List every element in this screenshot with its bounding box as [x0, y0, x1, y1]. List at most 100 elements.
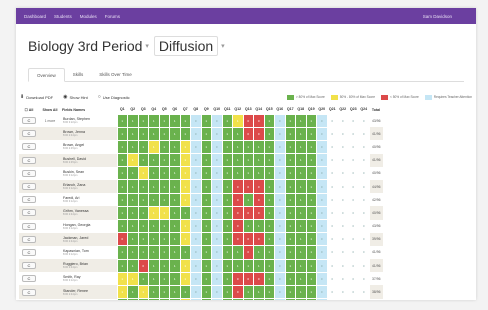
score-cell[interactable]: 1 [169, 113, 181, 128]
score-cell[interactable]: 1 [200, 298, 212, 300]
score-cell[interactable]: 1 [284, 298, 296, 300]
row-action-button[interactable]: C [22, 275, 36, 283]
score-cell[interactable]: 1 [305, 245, 317, 260]
score-cell[interactable]: 1 [295, 192, 307, 207]
score-cell[interactable]: 1 [242, 298, 254, 300]
score-cell[interactable]: 1 [200, 179, 212, 194]
nav-modules[interactable]: Modules [80, 14, 97, 19]
student-name-cell[interactable]: Buskin, Sean 8:00 3:12pm [61, 166, 117, 180]
score-cell[interactable]: 0 [190, 179, 202, 194]
score-cell[interactable]: 0 [242, 245, 254, 260]
tab-skills[interactable]: Skills [65, 68, 92, 81]
score-cell[interactable]: 0 [316, 153, 328, 168]
score-cell[interactable]: 0 [337, 113, 349, 128]
score-cell[interactable]: 0 [190, 126, 202, 141]
score-cell[interactable]: 1 [158, 126, 170, 141]
score-cell[interactable]: 0 [337, 258, 349, 273]
score-cell[interactable]: 1 [137, 298, 149, 300]
score-cell[interactable]: 1 [127, 258, 139, 273]
score-cell[interactable]: 1 [116, 166, 128, 181]
score-cell[interactable]: 0 [211, 126, 223, 141]
score-cell[interactable]: 1 [137, 139, 149, 155]
score-cell[interactable]: 1 [232, 245, 244, 260]
score-cell[interactable]: 1 [148, 179, 160, 194]
score-cell[interactable]: 0 [337, 245, 349, 260]
score-cell[interactable]: 1 [137, 153, 149, 168]
score-cell[interactable]: 1 [116, 284, 128, 300]
score-cell[interactable]: 0 [274, 232, 286, 247]
score-cell[interactable]: 0 [326, 298, 338, 300]
score-cell[interactable]: 0 [316, 166, 328, 181]
score-cell[interactable]: 1 [169, 126, 181, 141]
score-cell[interactable]: 0 [358, 245, 370, 260]
student-name-cell[interactable]: Brown, Angel 8:00 2:45pm [61, 140, 117, 154]
score-cell[interactable]: 1 [305, 153, 317, 168]
score-cell[interactable]: 1 [127, 166, 139, 181]
score-cell[interactable]: 1 [169, 192, 181, 207]
score-cell[interactable]: 0 [316, 192, 328, 207]
score-cell[interactable]: 1 [232, 139, 244, 155]
score-cell[interactable]: 1 [169, 218, 181, 234]
score-cell[interactable]: 1 [158, 271, 170, 286]
score-cell[interactable]: 0 [326, 232, 338, 247]
score-cell[interactable]: 1 [221, 139, 233, 155]
score-cell[interactable]: 1 [158, 218, 170, 234]
score-cell[interactable]: 1 [295, 218, 307, 234]
score-cell[interactable]: 0 [337, 153, 349, 168]
score-cell[interactable]: 1 [127, 218, 139, 234]
score-cell[interactable]: 1 [148, 271, 160, 286]
score-cell[interactable]: 1 [305, 298, 317, 300]
student-name-cell[interactable]: Burdan, Stephen 8:00 3:22pm [61, 114, 117, 128]
student-name-cell[interactable]: Jackman, Jared 8:00 2:44pm [61, 232, 117, 246]
score-cell[interactable]: 0 [326, 245, 338, 260]
score-cell[interactable]: 1 [127, 126, 139, 141]
score-cell[interactable]: 0 [347, 179, 359, 194]
score-cell[interactable]: 1 [137, 218, 149, 234]
score-cell[interactable]: 1 [221, 113, 233, 128]
score-cell[interactable]: 0 [316, 205, 328, 221]
score-cell[interactable]: 1 [127, 192, 139, 207]
score-cell[interactable]: 0 [211, 245, 223, 260]
score-cell[interactable]: 0 [347, 258, 359, 273]
score-cell[interactable]: 0 [316, 271, 328, 286]
score-cell[interactable]: 1 [284, 205, 296, 221]
course-selector[interactable]: Biology 3rd Period [28, 38, 142, 54]
score-cell[interactable]: 0 [316, 284, 328, 300]
student-name-cell[interactable]: Kapasnian, Tom 8:00 3:12pm [61, 245, 117, 260]
score-cell[interactable]: 1 [305, 113, 317, 128]
score-cell[interactable]: 1 [158, 245, 170, 260]
score-cell[interactable]: 0 [347, 245, 359, 260]
score-cell[interactable]: 1 [263, 218, 275, 234]
score-cell[interactable]: 1 [295, 258, 307, 273]
score-cell[interactable]: 0 [190, 271, 202, 286]
score-cell[interactable]: 0 [211, 166, 223, 181]
student-name-cell[interactable]: Hongan, Georgia 8:00 3:12pm [61, 219, 117, 233]
score-cell[interactable]: 1 [263, 205, 275, 221]
score-cell[interactable]: 0 [358, 113, 370, 128]
score-cell[interactable]: 1 [284, 284, 296, 300]
score-cell[interactable]: 0 [326, 218, 338, 234]
score-cell[interactable]: 1 [127, 298, 139, 300]
score-cell[interactable]: 1 [305, 271, 317, 286]
score-cell[interactable]: 1 [232, 126, 244, 141]
score-cell[interactable]: 1 [148, 258, 160, 273]
score-cell[interactable]: 1 [127, 245, 139, 260]
score-cell[interactable]: 0 [190, 218, 202, 234]
score-cell[interactable]: 1 [127, 113, 139, 128]
score-cell[interactable]: 1 [158, 113, 170, 128]
score-cell[interactable]: 1 [242, 258, 254, 273]
student-name-cell[interactable]: Bushell, David 8:00 2:45pm [61, 153, 117, 167]
score-cell[interactable]: 0 [211, 139, 223, 155]
score-cell[interactable]: 0 [137, 258, 149, 273]
score-cell[interactable]: 0 [358, 284, 370, 300]
nav-dashboard[interactable]: Dashboard [24, 14, 46, 19]
score-cell[interactable]: 1 [148, 153, 160, 168]
score-cell[interactable]: 0 [253, 205, 265, 221]
row-action-button[interactable]: C [22, 143, 36, 151]
row-action-button[interactable]: C [22, 262, 36, 270]
score-cell[interactable]: 0 [337, 271, 349, 286]
score-cell[interactable]: 1 [116, 205, 128, 221]
score-cell[interactable]: 0 [211, 192, 223, 207]
score-cell[interactable]: 1 [148, 232, 160, 247]
score-cell[interactable]: 1 [169, 271, 181, 286]
